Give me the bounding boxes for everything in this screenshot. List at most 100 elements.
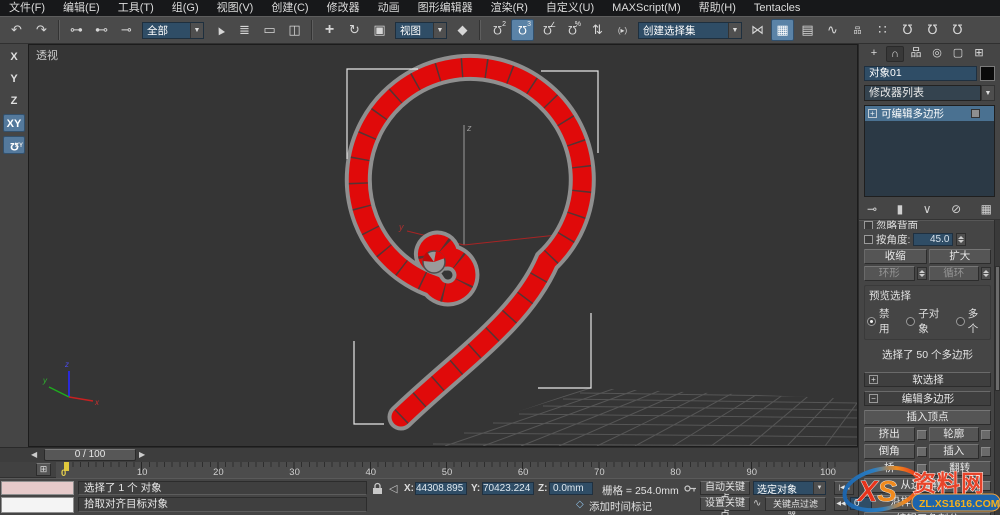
loop-button[interactable]: 循环 (928, 265, 979, 281)
angle-snap-button[interactable]: Ω ∠ (536, 19, 559, 41)
track-bar[interactable]: ⊞ 10 20 30 40 50 60 70 80 90 100 0 (0, 462, 858, 479)
menu-item-0[interactable]: 文件(F) (0, 0, 54, 16)
angle-spinner[interactable] (956, 232, 967, 246)
select-by-name-button[interactable]: ≣ (233, 19, 256, 41)
absolute-offset-cursor-icon[interactable]: ◁ (389, 482, 397, 495)
tab-motion[interactable]: ◎ (928, 46, 946, 62)
by-angle-checkbox[interactable] (864, 234, 873, 244)
tab-display[interactable]: ▢ (949, 46, 967, 62)
x-coordinate-field[interactable]: 44308.895 (415, 482, 467, 495)
make-unique-button[interactable]: ∨ (923, 202, 932, 216)
time-slider[interactable]: 0 / 100 (44, 449, 136, 461)
bind-to-space-warp-button[interactable]: ⊸ (115, 19, 138, 41)
maxscript-mini-listener-pink[interactable] (1, 481, 74, 495)
preview-radio-2[interactable]: 多个 (955, 306, 988, 336)
edit-poly-button-1[interactable]: 挤出 (864, 427, 915, 442)
menu-item-9[interactable]: 渲染(R) (482, 0, 537, 16)
selection-set-dropdown[interactable]: 选定对象 ▼ (753, 481, 826, 496)
render-production-button[interactable]: ℧ (946, 19, 969, 41)
settings-box-button[interactable] (916, 446, 927, 457)
select-object-button[interactable]: ▲ (208, 19, 231, 41)
menu-item-12[interactable]: 帮助(H) (690, 0, 745, 16)
chevron-down-icon[interactable]: ▼ (433, 22, 446, 38)
chevron-down-icon[interactable]: ▼ (190, 22, 203, 38)
redo-button[interactable]: ↷ (30, 19, 53, 41)
modifier-list-dropdown[interactable]: 修改器列表 (864, 85, 981, 101)
maxscript-mini-listener-white[interactable] (1, 497, 74, 513)
chevron-down-icon[interactable]: ▼ (813, 482, 825, 494)
chevron-down-icon[interactable]: ▼ (728, 22, 741, 38)
percent-snap-button[interactable]: Ω% (561, 19, 584, 41)
rectangular-selection-button[interactable]: ▭ (258, 19, 281, 41)
menu-item-3[interactable]: 组(G) (163, 0, 208, 16)
axis-constraint-xy-button[interactable]: XY (3, 114, 25, 132)
preview-radio-0[interactable]: 禁用 (867, 306, 899, 336)
edit-poly-button-2[interactable]: 轮廓 (928, 427, 979, 442)
loop-spinner[interactable] (981, 266, 991, 280)
time-back-arrow[interactable]: ◀ (31, 450, 37, 459)
mirror-button[interactable]: ⋈ (746, 19, 769, 41)
schematic-view-button[interactable]: 品 (846, 19, 869, 41)
object-color-swatch[interactable] (980, 66, 995, 81)
menu-item-7[interactable]: 动画 (369, 0, 409, 16)
menu-item-10[interactable]: 自定义(U) (537, 0, 603, 16)
axis-constraint-x-button[interactable]: X (3, 48, 25, 66)
select-and-rotate-button[interactable]: ↻ (343, 19, 366, 41)
key-filters-button[interactable]: 关键点过滤器... (765, 497, 826, 515)
select-and-move-button[interactable]: + (318, 19, 341, 41)
tab-create[interactable]: + (865, 46, 883, 62)
window-crossing-button[interactable]: ◫ (283, 19, 306, 41)
auto-key-button[interactable]: 自动关键点 (700, 481, 750, 505)
chevron-down-icon[interactable]: ▼ (981, 85, 995, 101)
mini-curve-editor-button[interactable]: ⊞ (36, 463, 51, 476)
snap-toggle-2d-button[interactable]: Ω2 (486, 19, 509, 41)
curve-editor-button[interactable]: ∿ (821, 19, 844, 41)
select-and-manipulate-button[interactable]: ◆ (451, 19, 474, 41)
axis-snap-xy-button[interactable]: Ω XY (3, 136, 25, 154)
edit-poly-button-0[interactable]: 插入顶点 (864, 410, 991, 425)
reference-coordinate-dropdown[interactable]: 视图 ▼ (395, 21, 447, 39)
ring-button[interactable]: 环形 (864, 265, 915, 281)
modifier-visibility-toggle[interactable] (971, 109, 980, 118)
menu-item-13[interactable]: Tentacles (745, 0, 809, 16)
angle-value-field[interactable]: 45.0 (913, 232, 954, 246)
layer-manager-button[interactable]: ▤ (796, 19, 819, 41)
select-and-scale-button[interactable]: ▣ (368, 19, 391, 41)
named-selection-set-dropdown[interactable]: 创建选择集 ▼ (638, 21, 742, 39)
selection-filter-dropdown[interactable]: 全部 ▼ (142, 21, 204, 39)
menu-item-6[interactable]: 修改器 (318, 0, 369, 16)
axis-constraint-z-button[interactable]: Z (3, 92, 25, 110)
pin-stack-button[interactable]: ⊸ (867, 202, 877, 216)
select-and-link-button[interactable]: ⊶ (65, 19, 88, 41)
ring-spinner[interactable] (916, 266, 927, 280)
y-coordinate-field[interactable]: 70423.224 (482, 482, 534, 495)
align-button[interactable]: ▦ (771, 19, 794, 41)
object-name-field[interactable]: 对象01 (864, 66, 977, 81)
modifier-stack-row[interactable]: + 可编辑多边形 (865, 106, 994, 121)
preview-radio-1[interactable]: 子对象 (906, 306, 949, 336)
configure-modifier-sets-button[interactable]: ▦ (981, 202, 992, 216)
key-filter-curve-icon[interactable]: ∿ (753, 498, 761, 509)
settings-box-button[interactable] (916, 429, 927, 440)
menu-item-1[interactable]: 编辑(E) (54, 0, 109, 16)
z-coordinate-field[interactable]: 0.0mm (549, 482, 593, 495)
menu-item-5[interactable]: 创建(C) (262, 0, 317, 16)
lock-icon[interactable] (372, 482, 383, 495)
perspective-viewport[interactable]: 透视 z y x y z x (28, 44, 858, 447)
unlink-selection-button[interactable]: ⊷ (90, 19, 113, 41)
expand-plus-icon[interactable]: + (868, 109, 877, 118)
spinner-snap-button[interactable]: ⇅ (586, 19, 609, 41)
settings-box-button[interactable] (981, 429, 991, 440)
viewport-label[interactable]: 透视 (36, 47, 58, 63)
edit-polygons-rollout[interactable]: − 编辑多边形 (864, 391, 991, 406)
snap-toggle-3d-button[interactable]: Ω3 (511, 19, 534, 41)
ignore-backfacing-checkbox[interactable] (864, 220, 873, 229)
tab-hierarchy[interactable]: 品 (907, 46, 925, 62)
settings-box-button[interactable] (981, 446, 991, 457)
menu-item-2[interactable]: 工具(T) (109, 0, 163, 16)
set-key-button[interactable]: 设置关键点 (700, 497, 750, 515)
show-end-result-button[interactable]: ▮ (897, 202, 904, 216)
panel-scrollbar-thumb[interactable] (995, 266, 1000, 391)
menu-item-8[interactable]: 图形编辑器 (409, 0, 482, 16)
tab-utilities[interactable]: ⊞ (970, 46, 988, 62)
